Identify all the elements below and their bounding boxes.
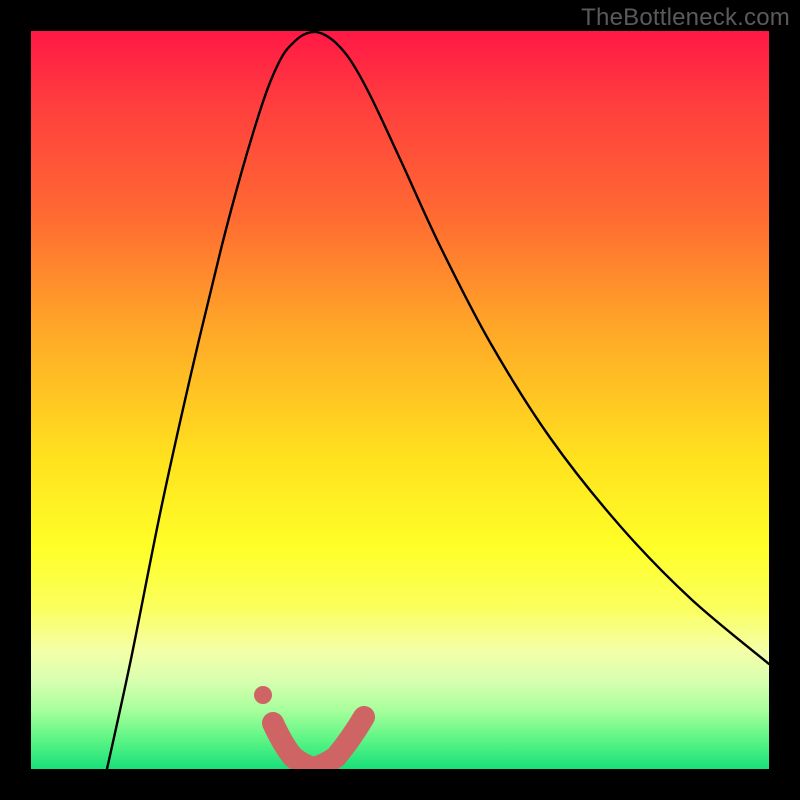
highlight-marker xyxy=(273,717,364,768)
watermark-text: TheBottleneck.com xyxy=(581,4,790,32)
chart-svg xyxy=(31,31,769,769)
highlight-dot xyxy=(254,686,272,704)
chart-plot-area xyxy=(31,31,769,769)
curve-line xyxy=(107,32,769,769)
